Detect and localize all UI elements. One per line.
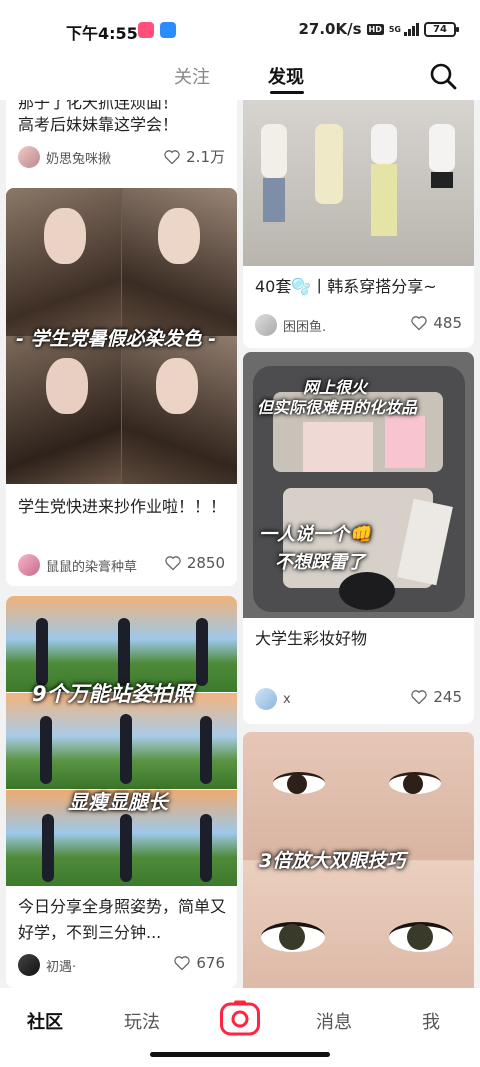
like-count: 485 xyxy=(433,314,462,332)
heart-icon xyxy=(411,690,428,705)
app-notification-icon xyxy=(160,22,176,38)
cover-overlay-text: 3倍放大双眼技巧 xyxy=(259,850,406,872)
note-card[interactable]: 网上很火 但实际很难用的化妆品 一人说一个👊 不想踩雷了 大学生彩妆好物 x 2… xyxy=(243,352,474,724)
note-author[interactable]: 鼠鼠的染膏种草 xyxy=(18,554,137,576)
cover-overlay-text: 9个万能站姿拍照 xyxy=(32,682,194,706)
nav-community[interactable]: 社区 xyxy=(27,1008,63,1034)
note-cover-image xyxy=(243,100,474,266)
author-name: 初遇· xyxy=(46,959,77,975)
cover-overlay-text: 不想踩雷了 xyxy=(275,552,365,573)
network-type: 5G xyxy=(388,24,401,34)
cover-overlay-text: 一人说一个👊 xyxy=(259,524,372,545)
note-title: 大学生彩妆好物 xyxy=(255,629,368,648)
like-button[interactable]: 2850 xyxy=(164,554,225,572)
note-cover-image: 3倍放大双眼技巧 xyxy=(243,732,474,988)
heart-icon xyxy=(164,149,180,164)
battery-icon: 74 xyxy=(424,21,459,37)
nav-messages[interactable]: 消息 xyxy=(316,1008,352,1034)
note-author[interactable]: x xyxy=(255,688,291,710)
author-name: 困困鱼. xyxy=(283,319,327,335)
hd-badge: HD xyxy=(366,23,384,35)
note-author[interactable]: 初遇· xyxy=(18,954,76,976)
note-card[interactable]: 40套🫧丨韩系穿搭分享~ 困困鱼. 485 xyxy=(243,100,474,348)
author-name: 鼠鼠的染膏种草 xyxy=(46,559,138,575)
note-author[interactable]: 困困鱼. xyxy=(255,314,326,336)
discover-feed: 那子了化天抓连烦面！ 高考后妹妹靠这学会！ 奶思兔咪揪 2.1万 - 学生党暑假… xyxy=(0,100,480,988)
status-bar: 下午4:55 27.0K/s HD 5G 74 xyxy=(0,0,480,56)
like-button[interactable]: 676 xyxy=(173,954,225,972)
bottom-nav: 社区 玩法 消息 我 xyxy=(0,988,480,1067)
top-nav: 关注 发现 xyxy=(0,56,480,100)
like-count: 676 xyxy=(196,954,225,972)
note-cover-image: - 学生党暑假必染发色 - xyxy=(6,188,237,484)
like-count: 2.1万 xyxy=(186,148,225,166)
note-card[interactable]: 3倍放大双眼技巧 xyxy=(243,732,474,988)
home-indicator[interactable] xyxy=(150,1052,330,1057)
cover-overlay-text: - 学生党暑假必染发色 - xyxy=(16,328,217,350)
avatar xyxy=(18,554,40,576)
note-title: 学生党快进来抄作业啦！！！ xyxy=(18,497,227,516)
note-title: 高考后妹妹靠这学会！ xyxy=(18,115,179,134)
author-name: x xyxy=(283,691,291,707)
note-author[interactable]: 奶思兔咪揪 xyxy=(18,146,111,168)
app-notification-icon xyxy=(138,22,154,38)
note-cover-image: 网上很火 但实际很难用的化妆品 一人说一个👊 不想踩雷了 xyxy=(243,352,474,618)
camera-icon[interactable] xyxy=(220,1000,260,1036)
note-card[interactable]: 9个万能站姿拍照 显瘦显腿长 今日分享全身照姿势，简单又好学，不到三分钟... … xyxy=(6,596,237,988)
cover-overlay-text: 但实际很难用的化妆品 xyxy=(257,398,418,417)
signal-icon xyxy=(404,22,419,36)
tab-discover[interactable]: 发现 xyxy=(268,63,304,89)
nav-play[interactable]: 玩法 xyxy=(124,1008,160,1034)
note-card[interactable]: - 学生党暑假必染发色 - 学生党快进来抄作业啦！！！ 鼠鼠的染膏种草 2850 xyxy=(6,188,237,586)
status-time: 下午4:55 xyxy=(66,24,138,43)
note-title: 40套🫧丨韩系穿搭分享~ xyxy=(255,277,437,296)
like-button[interactable]: 485 xyxy=(410,314,462,332)
avatar xyxy=(18,146,40,168)
like-count: 2850 xyxy=(186,554,225,572)
status-indicators: 27.0K/s HD 5G 74 xyxy=(298,20,459,38)
note-title: 今日分享全身照姿势，简单又好学，不到三分钟... xyxy=(18,897,227,942)
tab-follow[interactable]: 关注 xyxy=(174,63,210,89)
note-cover-image: 9个万能站姿拍照 显瘦显腿长 xyxy=(6,596,237,886)
heart-icon xyxy=(411,316,428,331)
avatar xyxy=(255,314,277,336)
author-name: 奶思兔咪揪 xyxy=(46,151,112,167)
cover-overlay-text: 显瘦显腿长 xyxy=(68,790,168,814)
net-speed: 27.0K/s xyxy=(298,20,362,38)
like-button[interactable]: 245 xyxy=(410,688,462,706)
heart-icon xyxy=(165,556,181,571)
like-button[interactable]: 2.1万 xyxy=(163,146,225,167)
heart-icon xyxy=(174,956,191,971)
like-count: 245 xyxy=(433,688,462,706)
nav-me[interactable]: 我 xyxy=(422,1008,440,1034)
avatar xyxy=(18,954,40,976)
search-icon[interactable] xyxy=(428,61,458,91)
active-tab-indicator xyxy=(270,91,304,94)
avatar xyxy=(255,688,277,710)
